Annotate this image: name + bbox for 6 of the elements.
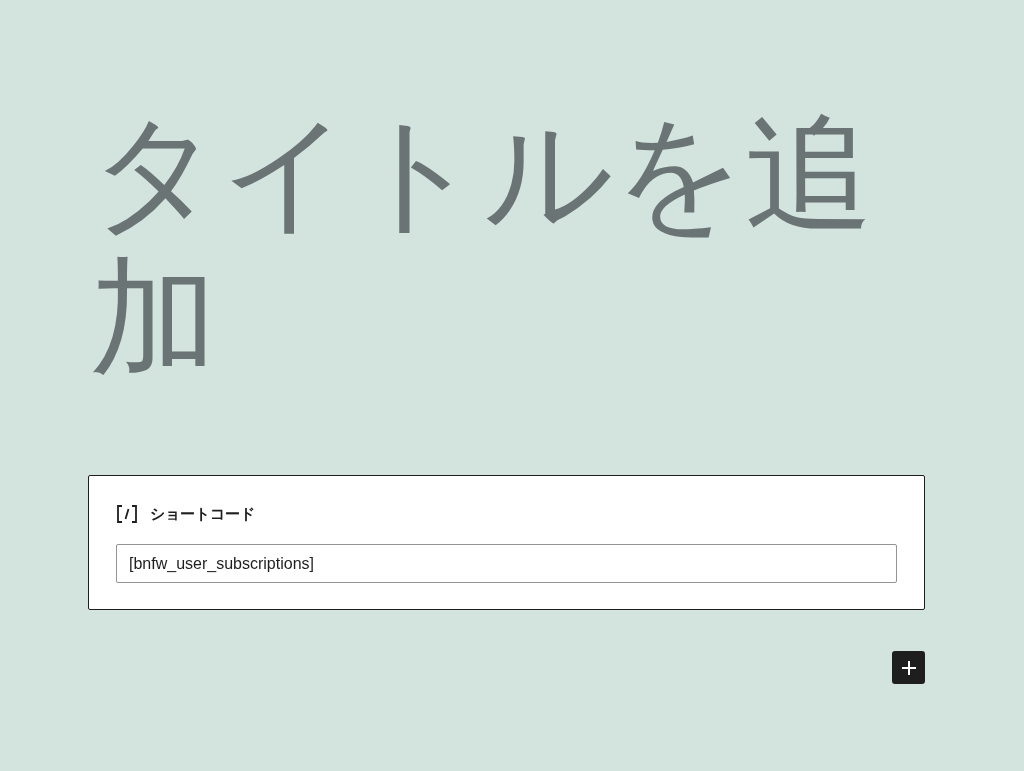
- plus-icon: [899, 658, 918, 677]
- post-title-field[interactable]: タイトルを追加: [88, 100, 890, 390]
- block-label: ショートコード: [150, 504, 255, 524]
- add-block-button[interactable]: [892, 651, 925, 684]
- shortcode-icon: [116, 504, 138, 524]
- shortcode-input[interactable]: [bnfw_user_subscriptions]: [116, 544, 897, 583]
